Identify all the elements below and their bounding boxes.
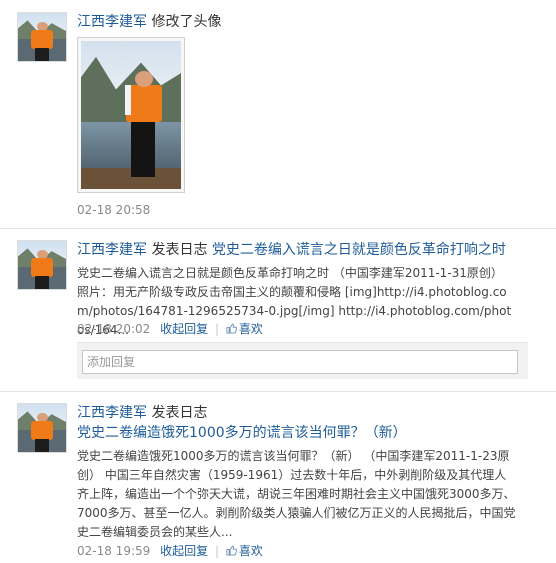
timestamp: 02-18 19:59 <box>77 544 151 558</box>
like-label: 喜欢 <box>238 544 263 558</box>
separator: | <box>214 544 219 558</box>
avatar[interactable] <box>17 12 67 62</box>
reply-box <box>77 342 528 379</box>
feed-item-blog-post: 江西李建军 发表日志 党史二卷编造饿死1000多万的谎言该当何罪？（新） 党史二… <box>0 392 556 563</box>
like-button[interactable]: 喜欢 <box>226 322 263 336</box>
item-title: 江西李建军 发表日志 党史二卷编造饿死1000多万的谎言该当何罪？（新） <box>77 403 537 443</box>
like-button[interactable]: 喜欢 <box>226 544 263 558</box>
separator: | <box>214 322 219 336</box>
timestamp: 02-18 20:02 <box>77 322 151 336</box>
thumbs-up-icon <box>226 545 237 556</box>
post-title-link[interactable]: 党史二卷编造饿死1000多万的谎言该当何罪？（新） <box>77 425 407 441</box>
like-label: 喜欢 <box>238 322 263 336</box>
item-title: 江西李建军 修改了头像 <box>77 12 537 32</box>
user-name-link[interactable]: 江西李建军 <box>77 14 147 30</box>
item-meta: 02-18 20:02 收起回复 | 喜欢 <box>77 321 263 337</box>
user-name-link[interactable]: 江西李建军 <box>77 242 147 258</box>
avatar[interactable] <box>17 240 67 290</box>
user-name-link[interactable]: 江西李建军 <box>77 405 147 421</box>
collapse-reply-link[interactable]: 收起回复 <box>160 322 208 336</box>
timestamp: 02-18 20:58 <box>77 203 151 217</box>
thumbs-up-icon <box>226 323 237 334</box>
action-text: 修改了头像 <box>151 14 222 30</box>
item-title: 江西李建军 发表日志 党史二卷编入谎言之日就是颜色反革命打响之时 <box>77 240 537 260</box>
item-meta: 02-18 20:58 <box>77 202 150 218</box>
reply-input[interactable] <box>82 350 518 374</box>
collapse-reply-link[interactable]: 收起回复 <box>160 544 208 558</box>
profile-photo[interactable] <box>77 37 185 193</box>
feed-item-avatar-change: 江西李建军 修改了头像 02-18 20:58 <box>0 0 556 230</box>
post-title-link[interactable]: 党史二卷编入谎言之日就是颜色反革命打响之时 <box>212 242 506 258</box>
post-summary: 党史二卷编造饿死1000多万的谎言该当何罪？（新） （中国李建军2011-1-2… <box>77 449 516 539</box>
action-text: 发表日志 <box>151 242 208 258</box>
avatar[interactable] <box>17 403 67 453</box>
action-text: 发表日志 <box>151 405 208 421</box>
item-meta: 02-18 19:59 收起回复 | 喜欢 <box>77 543 263 559</box>
